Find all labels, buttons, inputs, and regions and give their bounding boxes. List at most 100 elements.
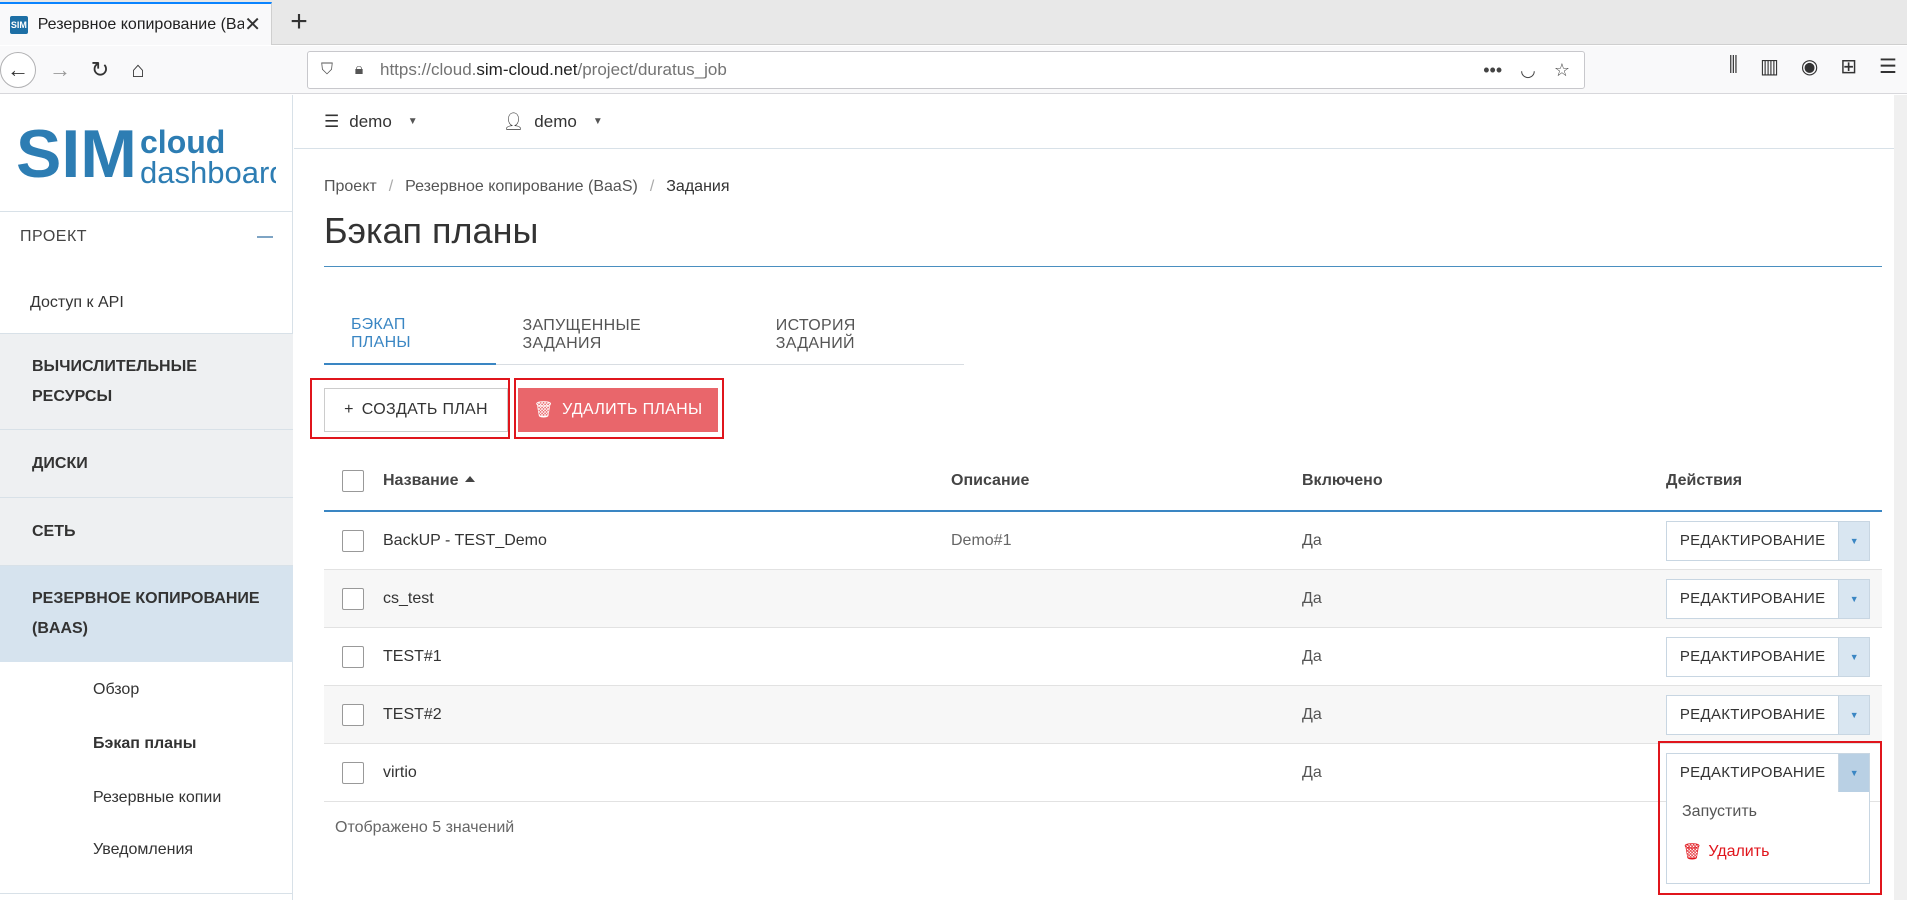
account-icon[interactable]: ◉ bbox=[1801, 54, 1818, 79]
caret-down-icon[interactable]: ▼ bbox=[1839, 579, 1869, 618]
select-all-checkbox[interactable] bbox=[342, 470, 364, 492]
back-icon[interactable]: ← bbox=[0, 52, 36, 88]
backup-plans-label: Бэкап планы bbox=[93, 735, 197, 752]
breadcrumb-backup[interactable]: Резервное копирование (BaaS) bbox=[405, 178, 638, 196]
sidebar-item-backup-plans[interactable]: Бэкап планы bbox=[0, 717, 293, 771]
tab-running-jobs[interactable]: ЗАПУЩЕННЫЕ ЗАДАНИЯ bbox=[496, 305, 749, 365]
more-icon[interactable]: ••• bbox=[1483, 60, 1502, 81]
home-icon[interactable]: ⌂ bbox=[120, 52, 156, 88]
highlight-box bbox=[514, 378, 724, 439]
notifications-label: Уведомления bbox=[93, 841, 194, 858]
tab-backup-plans[interactable]: БЭКАП ПЛАНЫ bbox=[324, 305, 496, 365]
page-title: Бэкап планы bbox=[324, 210, 539, 251]
overview-label: Обзор bbox=[93, 681, 140, 698]
backup-label-2: (BAAS) bbox=[32, 620, 88, 637]
disks-label: ДИСКИ bbox=[32, 454, 88, 472]
sidebar-group-compute[interactable]: ВЫЧИСЛИТЕЛЬНЫЕ РЕСУРСЫ bbox=[0, 333, 293, 429]
user-name: demo bbox=[534, 111, 577, 131]
row-checkbox[interactable] bbox=[342, 587, 364, 610]
item-count: Отображено 5 значений bbox=[335, 819, 515, 836]
edit-button[interactable]: РЕДАКТИРОВАНИЕ bbox=[1667, 695, 1840, 734]
edit-button-group: РЕДАКТИРОВАНИЕ ▼ bbox=[1666, 520, 1870, 561]
row-name[interactable]: TEST#2 bbox=[383, 706, 442, 724]
caret-down-icon[interactable]: ▼ bbox=[1839, 637, 1869, 676]
menu-icon[interactable]: ☰ bbox=[1879, 54, 1897, 79]
forward-icon[interactable]: → bbox=[42, 52, 78, 88]
row-enabled: Да bbox=[1302, 647, 1322, 665]
edit-button[interactable]: РЕДАКТИРОВАНИЕ bbox=[1667, 521, 1840, 560]
row-name[interactable]: virtio bbox=[383, 764, 417, 782]
highlight-box bbox=[310, 378, 510, 439]
row-description: Demo#1 bbox=[951, 531, 1012, 549]
caret-down-icon: ▼ bbox=[592, 116, 603, 127]
project-section-header[interactable]: ПРОЕКТ bbox=[0, 207, 293, 267]
sidebar-group-network[interactable]: СЕТЬ bbox=[0, 497, 293, 565]
library-icon[interactable]: ⫼ bbox=[1729, 54, 1738, 79]
tab-title: Резервное копирование (Ba bbox=[37, 15, 245, 33]
sort-asc-icon bbox=[464, 475, 475, 482]
browser-navbar: ← → ↻ ⌂ ⛉ 🔒︎ https://cloud.sim-cloud.net… bbox=[0, 46, 1907, 94]
url-bar[interactable]: ⛉ 🔒︎ https://cloud.sim-cloud.net/project… bbox=[307, 51, 1585, 89]
extensions-icon[interactable]: ⊞ bbox=[1840, 54, 1857, 79]
row-checkbox[interactable] bbox=[342, 529, 364, 552]
caret-down-icon[interactable]: ▼ bbox=[1839, 521, 1869, 560]
edit-button-group: РЕДАКТИРОВАНИЕ ▼ bbox=[1666, 694, 1870, 735]
sim-cloud-logo[interactable]: SIM cloud dashboard bbox=[16, 115, 276, 190]
user-selector[interactable]: 👤︎ demo ▼ bbox=[503, 112, 603, 132]
caret-down-icon[interactable]: ▼ bbox=[1839, 695, 1869, 734]
sidebar: SIM cloud dashboard ПРОЕКТ Доступ к API … bbox=[0, 95, 293, 900]
svg-text:dashboard: dashboard bbox=[140, 155, 276, 190]
list-icon: ☰ bbox=[324, 111, 340, 131]
reload-icon[interactable]: ↻ bbox=[82, 52, 118, 88]
sidebar-item-notifications[interactable]: Уведомления bbox=[0, 823, 293, 877]
browser-tabbar: SIM Резервное копирование (Ba ✕ + bbox=[0, 0, 1907, 45]
column-actions: Действия bbox=[1666, 472, 1743, 489]
collapse-icon[interactable] bbox=[257, 236, 273, 238]
sidebar-item-overview[interactable]: Обзор bbox=[0, 663, 293, 717]
project-name: demo bbox=[349, 111, 392, 131]
breadcrumb-jobs: Задания bbox=[666, 178, 730, 195]
close-tab-icon[interactable]: ✕ bbox=[244, 12, 261, 37]
sidebar-group-backup[interactable]: РЕЗЕРВНОЕ КОПИРОВАНИЕ (BAAS) bbox=[0, 565, 293, 662]
column-name[interactable]: Название bbox=[383, 472, 475, 490]
sidebar-group-disks[interactable]: ДИСКИ bbox=[0, 429, 293, 497]
column-description: Описание bbox=[951, 472, 1030, 489]
table-row: BackUP - TEST_Demo Demo#1 Да РЕДАКТИРОВА… bbox=[324, 512, 1882, 570]
network-label: СЕТЬ bbox=[32, 522, 76, 540]
row-enabled: Да bbox=[1302, 531, 1322, 549]
browser-tab[interactable]: SIM Резервное копирование (Ba ✕ bbox=[0, 2, 272, 45]
svg-text:SIM: SIM bbox=[16, 116, 137, 190]
api-label: Доступ к API bbox=[30, 294, 124, 311]
row-name[interactable]: cs_test bbox=[383, 590, 434, 608]
row-enabled: Да bbox=[1302, 763, 1322, 781]
tabs: БЭКАП ПЛАНЫ ЗАПУЩЕННЫЕ ЗАДАНИЯ ИСТОРИЯ З… bbox=[324, 305, 964, 365]
backups-label: Резервные копии bbox=[93, 789, 222, 806]
row-checkbox[interactable] bbox=[342, 703, 364, 726]
title-divider bbox=[324, 266, 1882, 267]
project-selector[interactable]: ☰ demo ▼ bbox=[324, 112, 418, 132]
new-tab-icon[interactable]: + bbox=[282, 6, 316, 38]
row-name[interactable]: TEST#1 bbox=[383, 648, 442, 666]
shield-icon[interactable]: ⛉ bbox=[314, 61, 340, 79]
breadcrumb: Проект / Резервное копирование (BaaS) / … bbox=[324, 178, 730, 196]
row-enabled: Да bbox=[1302, 705, 1322, 723]
row-checkbox[interactable] bbox=[342, 761, 364, 784]
sidebar-icon[interactable]: ▥ bbox=[1760, 54, 1779, 79]
favicon-icon: SIM bbox=[10, 15, 28, 34]
url-text[interactable]: https://cloud.sim-cloud.net/project/dura… bbox=[380, 60, 727, 80]
lock-icon: 🔒︎ bbox=[354, 61, 364, 78]
edit-button[interactable]: РЕДАКТИРОВАНИЕ bbox=[1667, 637, 1840, 676]
edit-button[interactable]: РЕДАКТИРОВАНИЕ bbox=[1667, 579, 1840, 618]
sidebar-item-backups[interactable]: Резервные копии bbox=[0, 771, 293, 825]
pocket-icon[interactable]: ◡ bbox=[1520, 60, 1536, 81]
star-icon[interactable]: ☆ bbox=[1554, 60, 1570, 81]
tab-job-history[interactable]: ИСТОРИЯ ЗАДАНИЙ bbox=[749, 305, 964, 365]
table-row: virtio Да РЕДАКТИРОВАНИЕ ▼ bbox=[324, 744, 1882, 802]
row-checkbox[interactable] bbox=[342, 645, 364, 668]
table-row: TEST#2 Да РЕДАКТИРОВАНИЕ ▼ bbox=[324, 686, 1882, 744]
breadcrumb-project[interactable]: Проект bbox=[324, 178, 377, 196]
row-name[interactable]: BackUP - TEST_Demo bbox=[383, 532, 547, 550]
project-label: ПРОЕКТ bbox=[20, 228, 88, 245]
scrollbar[interactable] bbox=[1894, 95, 1907, 900]
sidebar-item-api[interactable]: Доступ к API bbox=[0, 275, 293, 331]
